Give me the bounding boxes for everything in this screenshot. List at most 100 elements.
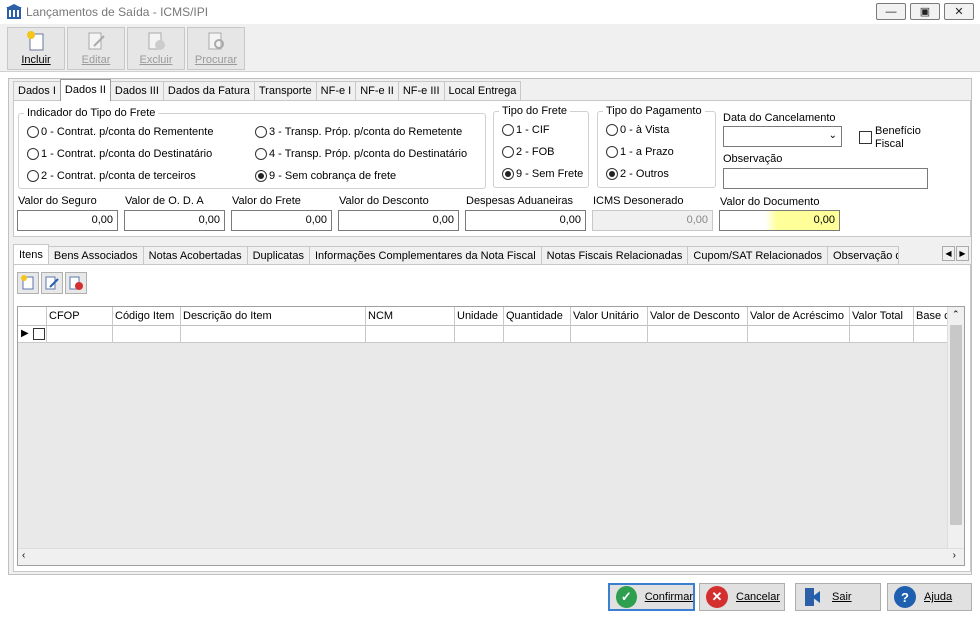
tipo-frete-radio-sem[interactable]: [502, 168, 514, 180]
sair-button[interactable]: Sair: [795, 583, 881, 611]
close-button[interactable]: ✕: [944, 3, 974, 20]
tipo-frete-sem[interactable]: 9 - Sem Frete: [502, 168, 583, 180]
observacao-field[interactable]: [723, 168, 928, 189]
row-checkbox[interactable]: [33, 328, 45, 340]
vertical-scroll-thumb[interactable]: [950, 325, 962, 525]
valor-seguro-field[interactable]: 0,00: [17, 210, 118, 231]
edit-item-button[interactable]: [41, 272, 63, 294]
grid-col-descricao[interactable]: Descrição do Item: [181, 307, 366, 326]
row-selector-cell[interactable]: ▶: [18, 326, 47, 343]
tab-dados-fatura[interactable]: Dados da Fatura: [162, 81, 255, 101]
tab-nfe-iii[interactable]: NF-e III: [397, 81, 445, 101]
tab-itens[interactable]: Itens: [13, 244, 49, 265]
edit-item-icon: [45, 276, 59, 290]
tab-dados-i[interactable]: Dados I: [13, 81, 61, 101]
grid-col-quantidade[interactable]: Quantidade: [504, 307, 571, 326]
tab-nfe-ii[interactable]: NF-e II: [355, 81, 399, 101]
tab-observacao[interactable]: Observação d: [827, 246, 900, 265]
grid-col-codigo-item[interactable]: Código Item: [113, 307, 181, 326]
scroll-up-icon[interactable]: ⌃: [952, 309, 960, 320]
grid-col-cfop[interactable]: CFOP: [47, 307, 113, 326]
cell-unidade[interactable]: [455, 326, 504, 343]
cell-valor-acrescimo[interactable]: [748, 326, 850, 343]
frete-option-0[interactable]: 0 - Contrat. p/conta do Rementente: [27, 126, 213, 138]
valor-oda-field[interactable]: 0,00: [124, 210, 225, 231]
pagamento-outros[interactable]: 2 - Outros: [606, 168, 669, 180]
delete-item-button[interactable]: [65, 272, 87, 294]
frete-radio-2[interactable]: [27, 170, 39, 182]
pagamento-prazo[interactable]: 1 - a Prazo: [606, 146, 674, 158]
tab-transporte[interactable]: Transporte: [253, 81, 317, 101]
frete-radio-4[interactable]: [255, 148, 267, 160]
excluir-button[interactable]: Excluir: [127, 27, 185, 70]
tab-informacoes-complementares[interactable]: Informações Complementares da Nota Fisca…: [308, 246, 542, 265]
tab-scroll-right-button[interactable]: ▶: [956, 246, 969, 261]
cell-valor-desconto[interactable]: [648, 326, 748, 343]
cell-descricao[interactable]: [181, 326, 366, 343]
frete-option-4[interactable]: 4 - Transp. Próp. p/conta do Destinatári…: [255, 148, 467, 160]
frete-option-3[interactable]: 3 - Transp. Próp. p/conta do Remetente: [255, 126, 462, 138]
cell-valor-unitario[interactable]: [571, 326, 648, 343]
tipo-frete-fob[interactable]: 2 - FOB: [502, 146, 555, 158]
cell-base[interactable]: [914, 326, 948, 343]
grid-col-select[interactable]: [18, 307, 47, 326]
table-row[interactable]: ▶: [18, 326, 948, 343]
beneficio-fiscal-checkbox[interactable]: [859, 131, 872, 144]
cancelar-button[interactable]: ✕ Cancelar: [699, 583, 785, 611]
data-cancelamento-field[interactable]: ⌄: [723, 126, 842, 147]
maximize-button[interactable]: ▣: [910, 3, 940, 20]
cell-ncm[interactable]: [366, 326, 455, 343]
minimize-button[interactable]: —: [876, 3, 906, 20]
frete-radio-1[interactable]: [27, 148, 39, 160]
tab-bens-associados[interactable]: Bens Associados: [47, 246, 144, 265]
frete-option-1[interactable]: 1 - Contrat. p/conta do Destinatário: [27, 148, 212, 160]
despesas-aduaneiras-field[interactable]: 0,00: [465, 210, 586, 231]
grid-col-ncm[interactable]: NCM: [366, 307, 455, 326]
scroll-left-icon[interactable]: ‹: [22, 550, 25, 561]
tab-dados-ii[interactable]: Dados II: [59, 79, 111, 101]
cell-codigo-item[interactable]: [113, 326, 181, 343]
ajuda-button[interactable]: ? Ajuda: [887, 583, 972, 611]
grid-col-valor-acrescimo[interactable]: Valor de Acréscimo: [748, 307, 850, 326]
cell-valor-total[interactable]: [850, 326, 914, 343]
data-cancelamento-label: Data do Cancelamento: [723, 112, 836, 124]
pagamento-vista[interactable]: 0 - à Vista: [606, 124, 669, 136]
tipo-frete-cif[interactable]: 1 - CIF: [502, 124, 550, 136]
frete-radio-9[interactable]: [255, 170, 267, 182]
pagamento-radio-outros[interactable]: [606, 168, 618, 180]
confirmar-button[interactable]: ✓ Confirmar: [608, 583, 695, 611]
valor-desconto-field[interactable]: 0,00: [338, 210, 459, 231]
tab-scroll-left-button[interactable]: ◀: [942, 246, 955, 261]
grid-col-valor-total[interactable]: Valor Total: [850, 307, 914, 326]
grid-col-valor-desconto[interactable]: Valor de Desconto: [648, 307, 748, 326]
frete-option-9[interactable]: 9 - Sem cobrança de frete: [255, 170, 396, 182]
tab-duplicatas[interactable]: Duplicatas: [246, 246, 310, 265]
incluir-button[interactable]: Incluir: [7, 27, 65, 70]
tipo-frete-radio-cif[interactable]: [502, 124, 514, 136]
procurar-button[interactable]: Procurar: [187, 27, 245, 70]
grid-col-unidade[interactable]: Unidade: [455, 307, 504, 326]
grid-vertical-scrollbar[interactable]: ⌃: [947, 307, 964, 549]
pagamento-radio-prazo[interactable]: [606, 146, 618, 158]
cell-cfop[interactable]: [47, 326, 113, 343]
frete-radio-3[interactable]: [255, 126, 267, 138]
editar-button[interactable]: Editar: [67, 27, 125, 70]
grid-col-valor-unitario[interactable]: Valor Unitário: [571, 307, 648, 326]
frete-radio-0[interactable]: [27, 126, 39, 138]
pagamento-radio-vista[interactable]: [606, 124, 618, 136]
tab-notas-acobertadas[interactable]: Notas Acobertadas: [142, 246, 248, 265]
frete-option-2[interactable]: 2 - Contrat. p/conta de terceiros: [27, 170, 196, 182]
scroll-right-icon[interactable]: ›: [953, 550, 956, 561]
tab-cupom-sat[interactable]: Cupom/SAT Relacionados: [687, 246, 829, 265]
grid-col-base[interactable]: Base c: [914, 307, 948, 326]
cell-quantidade[interactable]: [504, 326, 571, 343]
add-item-button[interactable]: [17, 272, 39, 294]
tab-nfe-i[interactable]: NF-e I: [315, 81, 357, 101]
valor-documento-field[interactable]: 0,00: [719, 210, 840, 231]
tab-local-entrega[interactable]: Local Entrega: [443, 81, 522, 101]
tab-notas-fiscais-relacionadas[interactable]: Notas Fiscais Relacionadas: [540, 246, 689, 265]
chevron-down-icon[interactable]: ⌄: [829, 130, 837, 141]
tipo-frete-radio-fob[interactable]: [502, 146, 514, 158]
valor-frete-field[interactable]: 0,00: [231, 210, 332, 231]
grid-horizontal-scrollbar[interactable]: ‹ ›: [18, 548, 964, 565]
